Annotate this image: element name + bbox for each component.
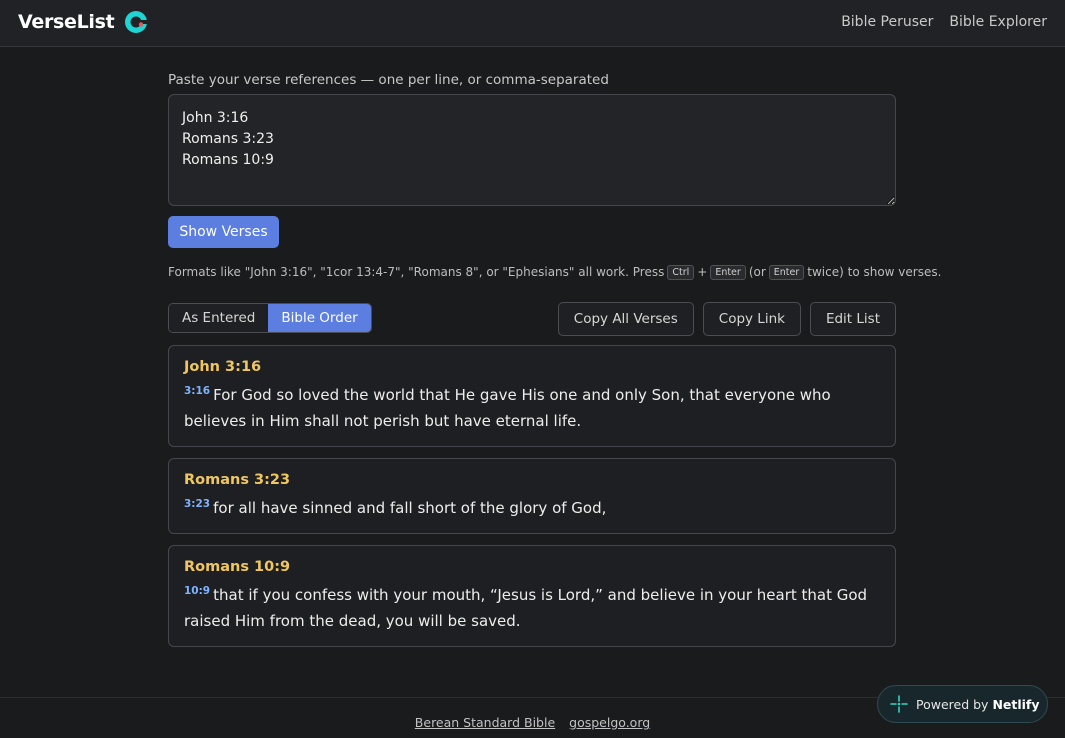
bible-order-button[interactable]: Bible Order [268, 304, 371, 332]
show-verses-button[interactable]: Show Verses [168, 216, 279, 248]
verse-reference: John 3:16 [184, 359, 262, 375]
footer-link-gospelgo[interactable]: gospelgo.org [569, 715, 650, 730]
verse-text: For God so loved the world that He gave … [184, 386, 831, 430]
verse-number: 10:9 [184, 585, 211, 597]
netlify-brand: Netlify [992, 696, 1040, 712]
kbd-enter: Enter [710, 264, 746, 280]
verse-reference: Romans 3:23 [184, 472, 291, 488]
hint-middle: (or [748, 265, 766, 279]
brand-name: VerseList [18, 11, 115, 33]
verse-body: 3:23 for all have sinned and fall short o… [184, 495, 880, 521]
netlify-prefix: Powered by [916, 696, 989, 712]
as-entered-button[interactable]: As Entered [169, 304, 269, 332]
netlify-text: Powered by Netlify [916, 697, 1040, 712]
netlify-icon [890, 695, 908, 713]
verse-references-input[interactable] [168, 94, 896, 206]
verse-reference: Romans 10:9 [184, 559, 291, 575]
verse-body: 10:9 that if you confess with your mouth,… [184, 582, 880, 634]
verse-card: Romans 10:9 10:9 that if you confess with… [168, 545, 896, 647]
brand[interactable]: VerseList [18, 10, 148, 34]
kbd-enter-twice: Enter [768, 264, 805, 280]
verse-text: that if you confess with your mouth, “Je… [184, 586, 868, 630]
copy-all-verses-button[interactable]: Copy All Verses [557, 302, 694, 336]
verse-card: Romans 3:23 3:23 for all have sinned and … [168, 458, 896, 534]
copy-link-button[interactable]: Copy Link [702, 302, 801, 336]
nav-bible-peruser[interactable]: Bible Peruser [841, 14, 933, 30]
kbd-ctrl: Ctrl [667, 264, 695, 280]
hint-plus: + [697, 265, 708, 279]
verse-number: 3:23 [184, 498, 211, 510]
hint-suffix: twice) to show verses. [807, 265, 942, 279]
nav-bible-explorer[interactable]: Bible Explorer [949, 14, 1047, 30]
input-label: Paste your verse references — one per li… [168, 72, 609, 88]
verse-list: John 3:16 3:16 For God so loved the world… [168, 345, 896, 647]
verse-text: for all have sinned and fall short of th… [213, 499, 607, 517]
main-content: Paste your verse references — one per li… [168, 72, 941, 658]
verse-card: John 3:16 3:16 For God so loved the world… [168, 345, 896, 447]
hint-prefix: Formats like "John 3:16", "1cor 13:4-7",… [168, 265, 665, 279]
verse-body: 3:16 For God so loved the world that He g… [184, 382, 880, 434]
top-nav: Bible Peruser Bible Explorer [841, 14, 1047, 30]
action-buttons: Copy All Verses Copy Link Edit List [557, 302, 896, 336]
top-bar: VerseList Bible Peruser Bible Explorer [0, 0, 1065, 47]
verse-number: 3:16 [184, 385, 211, 397]
footer-link-bsb[interactable]: Berean Standard Bible [415, 715, 555, 730]
logo-icon [125, 11, 148, 33]
netlify-badge[interactable]: Powered by Netlify [877, 685, 1048, 723]
format-hint: Formats like "John 3:16", "1cor 13:4-7",… [168, 263, 941, 281]
edit-list-button[interactable]: Edit List [809, 302, 896, 336]
order-toggle: As Entered Bible Order [168, 303, 372, 333]
results-toolbar: As Entered Bible Order Copy All Verses C… [168, 302, 896, 336]
